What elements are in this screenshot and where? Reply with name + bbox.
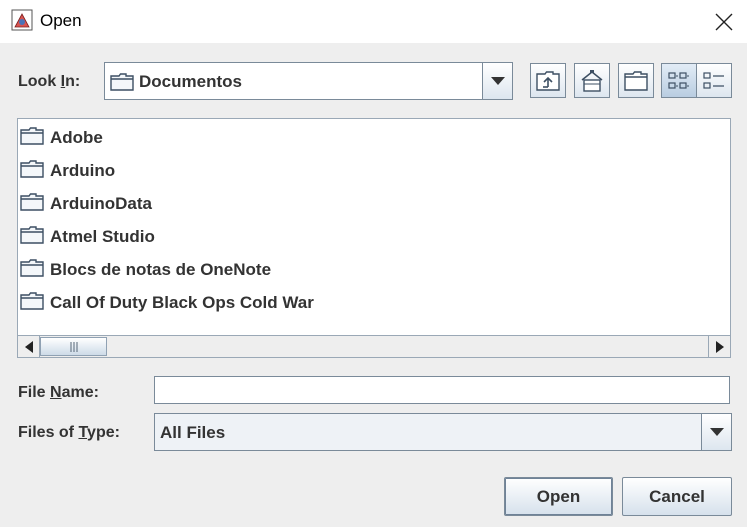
folder-icon: [20, 159, 44, 183]
list-item[interactable]: Adobe: [20, 124, 103, 152]
file-name: Adobe: [50, 128, 103, 147]
list-item[interactable]: Atmel Studio: [20, 223, 155, 251]
file-type-label: Files of Type:: [18, 424, 120, 441]
arrow-left-icon: [24, 340, 33, 353]
folder-icon: [20, 258, 44, 282]
chevron-down-icon: [490, 77, 505, 85]
list-item[interactable]: Arduino: [20, 157, 115, 185]
open-button[interactable]: Open: [504, 477, 613, 516]
file-type-combo[interactable]: All Files: [154, 413, 732, 451]
file-name: Blocs de notas de OneNote: [50, 260, 272, 279]
list-item[interactable]: ArduinoData: [20, 190, 152, 218]
list-view-button[interactable]: [661, 63, 697, 98]
grip-icon: [70, 341, 77, 352]
close-icon: [715, 13, 733, 30]
file-name-label: File Name:: [18, 384, 99, 401]
up-one-level-button[interactable]: [530, 63, 566, 98]
look-in-label: Look In:: [18, 73, 81, 90]
look-in-combo[interactable]: Documentos: [104, 62, 513, 100]
up-one-level-icon: [536, 70, 560, 91]
file-name: Call Of Duty Black Ops Cold War: [50, 293, 314, 312]
file-type-value: All Files: [160, 423, 226, 442]
horizontal-scrollbar[interactable]: [18, 335, 730, 357]
java-app-icon: [11, 9, 33, 31]
file-name: ArduinoData: [50, 194, 152, 213]
file-name: Arduino: [50, 161, 116, 180]
folder-icon: [20, 225, 44, 249]
list-item[interactable]: Blocs de notas de OneNote: [20, 256, 271, 284]
file-name: Atmel Studio: [50, 227, 155, 246]
folder-icon: [20, 126, 44, 150]
chevron-down-icon: [709, 428, 724, 436]
home-icon: [581, 69, 603, 92]
list-item[interactable]: Call Of Duty Black Ops Cold War: [20, 289, 314, 317]
details-view-icon: [703, 71, 724, 89]
file-name-input[interactable]: [154, 376, 730, 404]
folder-icon: [20, 192, 44, 216]
folder-icon: [110, 73, 134, 96]
close-button[interactable]: [701, 0, 747, 43]
arrow-right-icon: [715, 340, 724, 353]
new-folder-button[interactable]: [618, 63, 654, 98]
window-title: Open: [40, 11, 82, 30]
scroll-left-button[interactable]: [18, 336, 40, 357]
file-type-dropdown-button[interactable]: [701, 414, 731, 450]
home-button[interactable]: [574, 63, 610, 98]
cancel-button[interactable]: Cancel: [622, 477, 732, 516]
title-bar: Open: [0, 0, 747, 43]
list-view-icon: [668, 71, 689, 89]
file-list[interactable]: Adobe Arduino ArduinoData Atmel Studio B…: [17, 118, 731, 358]
details-view-button[interactable]: [696, 63, 732, 98]
scroll-thumb[interactable]: [40, 337, 107, 356]
look-in-dropdown-button[interactable]: [482, 63, 512, 99]
scroll-right-button[interactable]: [708, 336, 730, 357]
new-folder-icon: [624, 70, 648, 91]
folder-icon: [20, 291, 44, 315]
look-in-value: Documentos: [139, 72, 242, 91]
